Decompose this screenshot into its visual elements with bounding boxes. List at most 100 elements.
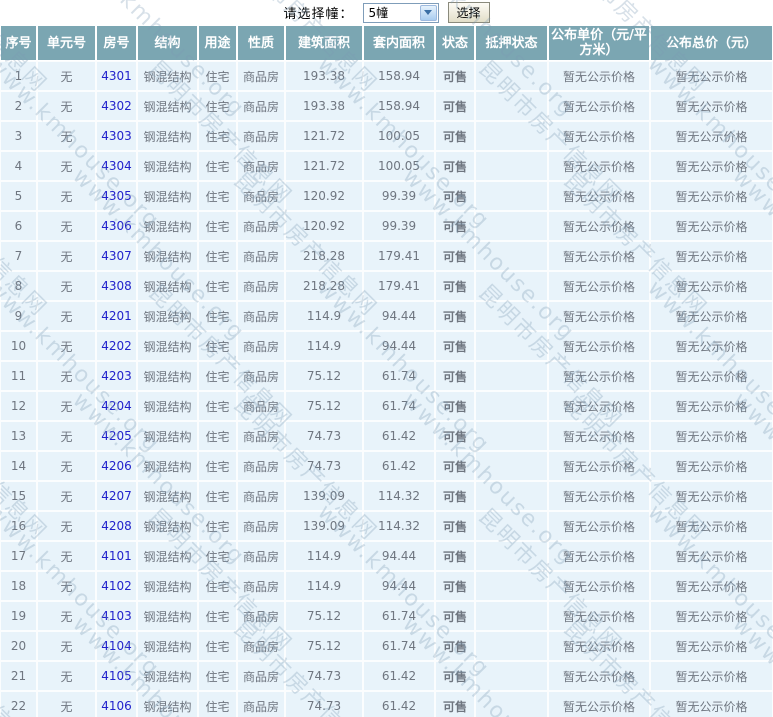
header-unit-price: 公布单价（元/平方米） xyxy=(548,25,650,61)
cell-mortgage-status xyxy=(475,241,548,271)
cell-room-no: 4306 xyxy=(96,211,137,241)
cell-total-price: 暂无公示价格 xyxy=(650,421,773,451)
header-seq: 序号 xyxy=(0,25,37,61)
cell-mortgage-status xyxy=(475,331,548,361)
cell-seq: 18 xyxy=(0,571,37,601)
cell-nature: 商品房 xyxy=(237,331,285,361)
cell-usage: 住宅 xyxy=(198,151,237,181)
cell-status: 可售 xyxy=(435,421,475,451)
cell-usage: 住宅 xyxy=(198,601,237,631)
room-link[interactable]: 4303 xyxy=(101,129,132,143)
cell-total-price: 暂无公示价格 xyxy=(650,151,773,181)
cell-room-no: 4302 xyxy=(96,91,137,121)
cell-usage: 住宅 xyxy=(198,451,237,481)
table-row: 3 无 4303 钢混结构 住宅 商品房 121.72 100.05 可售 暂无公示价格 暂无公示价… xyxy=(0,121,773,151)
room-link[interactable]: 4205 xyxy=(101,429,132,443)
cell-nature: 商品房 xyxy=(237,181,285,211)
cell-unit-no: 无 xyxy=(37,691,96,717)
cell-unit-price: 暂无公示价格 xyxy=(548,661,650,691)
cell-status: 可售 xyxy=(435,361,475,391)
cell-inner-area: 94.44 xyxy=(363,331,435,361)
room-link[interactable]: 4104 xyxy=(101,639,132,653)
building-select[interactable]: 5幢 xyxy=(362,2,439,23)
cell-nature: 商品房 xyxy=(237,91,285,121)
cell-building-area: 218.28 xyxy=(285,241,363,271)
room-link[interactable]: 4302 xyxy=(101,99,132,113)
header-usage: 用途 xyxy=(198,25,237,61)
cell-structure: 钢混结构 xyxy=(137,151,198,181)
select-button[interactable]: 选择 xyxy=(447,2,490,23)
cell-status: 可售 xyxy=(435,91,475,121)
room-link[interactable]: 4301 xyxy=(101,69,132,83)
room-link[interactable]: 4103 xyxy=(101,609,132,623)
room-link[interactable]: 4307 xyxy=(101,249,132,263)
room-link[interactable]: 4101 xyxy=(101,549,132,563)
cell-seq: 8 xyxy=(0,271,37,301)
room-link[interactable]: 4308 xyxy=(101,279,132,293)
room-link[interactable]: 4201 xyxy=(101,309,132,323)
table-row: 14 无 4206 钢混结构 住宅 商品房 74.73 61.42 可售 暂无公示价格 暂无公示价格 xyxy=(0,451,773,481)
cell-total-price: 暂无公示价格 xyxy=(650,571,773,601)
cell-usage: 住宅 xyxy=(198,361,237,391)
cell-unit-price: 暂无公示价格 xyxy=(548,361,650,391)
cell-seq: 14 xyxy=(0,451,37,481)
table-row: 18 无 4102 钢混结构 住宅 商品房 114.9 94.44 可售 暂无公示价格 暂无公示价格 xyxy=(0,571,773,601)
header-mortgage-status: 抵押状态 xyxy=(475,25,548,61)
table-row: 17 无 4101 钢混结构 住宅 商品房 114.9 94.44 可售 暂无公示价格 暂无公示价格 xyxy=(0,541,773,571)
cell-usage: 住宅 xyxy=(198,181,237,211)
cell-structure: 钢混结构 xyxy=(137,691,198,717)
cell-mortgage-status xyxy=(475,301,548,331)
cell-building-area: 218.28 xyxy=(285,271,363,301)
cell-status: 可售 xyxy=(435,211,475,241)
cell-structure: 钢混结构 xyxy=(137,271,198,301)
room-link[interactable]: 4207 xyxy=(101,489,132,503)
cell-mortgage-status xyxy=(475,571,548,601)
cell-usage: 住宅 xyxy=(198,631,237,661)
cell-nature: 商品房 xyxy=(237,601,285,631)
cell-nature: 商品房 xyxy=(237,211,285,241)
cell-total-price: 暂无公示价格 xyxy=(650,61,773,91)
room-link[interactable]: 4208 xyxy=(101,519,132,533)
cell-unit-no: 无 xyxy=(37,481,96,511)
cell-structure: 钢混结构 xyxy=(137,211,198,241)
table-row: 11 无 4203 钢混结构 住宅 商品房 75.12 61.74 可售 暂无公示价格 暂无公示价格 xyxy=(0,361,773,391)
room-link[interactable]: 4206 xyxy=(101,459,132,473)
cell-seq: 20 xyxy=(0,631,37,661)
cell-total-price: 暂无公示价格 xyxy=(650,361,773,391)
room-link[interactable]: 4105 xyxy=(101,669,132,683)
table-row: 7 无 4307 钢混结构 住宅 商品房 218.28 179.41 可售 暂无公示价格 暂无公示价… xyxy=(0,241,773,271)
cell-structure: 钢混结构 xyxy=(137,601,198,631)
cell-seq: 2 xyxy=(0,91,37,121)
cell-usage: 住宅 xyxy=(198,511,237,541)
cell-room-no: 4102 xyxy=(96,571,137,601)
room-link[interactable]: 4304 xyxy=(101,159,132,173)
room-link[interactable]: 4202 xyxy=(101,339,132,353)
cell-mortgage-status xyxy=(475,91,548,121)
cell-unit-no: 无 xyxy=(37,301,96,331)
cell-nature: 商品房 xyxy=(237,151,285,181)
cell-mortgage-status xyxy=(475,271,548,301)
header-structure: 结构 xyxy=(137,25,198,61)
cell-usage: 住宅 xyxy=(198,61,237,91)
cell-seq: 16 xyxy=(0,511,37,541)
room-link[interactable]: 4102 xyxy=(101,579,132,593)
cell-unit-price: 暂无公示价格 xyxy=(548,301,650,331)
cell-unit-price: 暂无公示价格 xyxy=(548,181,650,211)
cell-nature: 商品房 xyxy=(237,61,285,91)
room-link[interactable]: 4204 xyxy=(101,399,132,413)
room-link[interactable]: 4203 xyxy=(101,369,132,383)
cell-room-no: 4208 xyxy=(96,511,137,541)
room-link[interactable]: 4305 xyxy=(101,189,132,203)
cell-seq: 12 xyxy=(0,391,37,421)
room-link[interactable]: 4306 xyxy=(101,219,132,233)
room-link[interactable]: 4106 xyxy=(101,699,132,713)
table-row: 5 无 4305 钢混结构 住宅 商品房 120.92 99.39 可售 暂无公示价格 暂无公示价格 xyxy=(0,181,773,211)
chevron-down-icon[interactable] xyxy=(419,4,437,21)
cell-structure: 钢混结构 xyxy=(137,301,198,331)
cell-unit-price: 暂无公示价格 xyxy=(548,541,650,571)
cell-building-area: 139.09 xyxy=(285,481,363,511)
cell-inner-area: 114.32 xyxy=(363,481,435,511)
cell-building-area: 114.9 xyxy=(285,331,363,361)
cell-seq: 21 xyxy=(0,661,37,691)
cell-usage: 住宅 xyxy=(198,541,237,571)
